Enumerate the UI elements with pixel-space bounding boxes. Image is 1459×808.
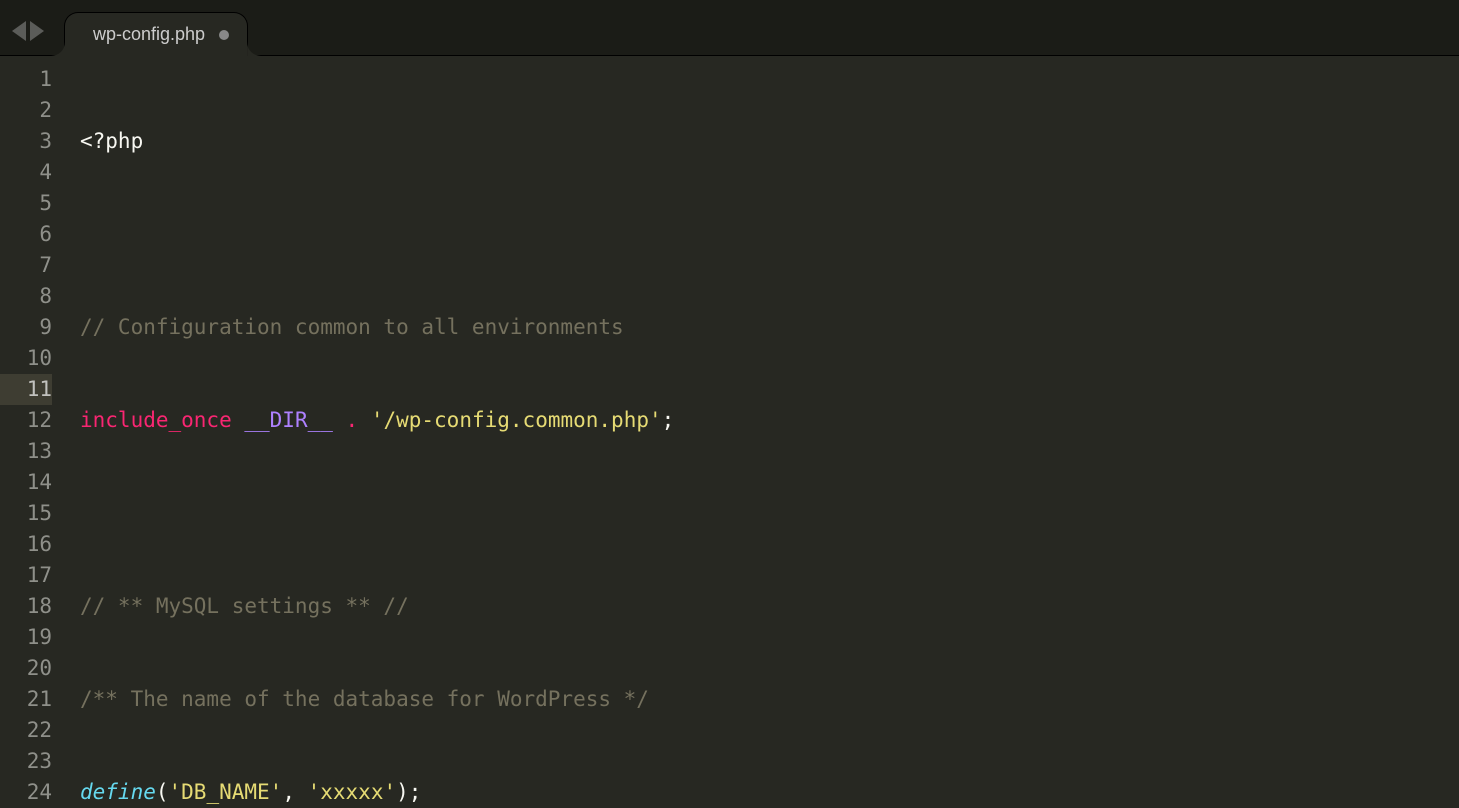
code-line: // ** MySQL settings ** // — [80, 591, 1459, 622]
code-editor[interactable]: 1 2 3 4 5 6 7 8 9 10 11 12 13 14 15 16 1… — [0, 56, 1459, 808]
code-line: // Configuration common to all environme… — [80, 312, 1459, 343]
line-number: 22 — [0, 715, 52, 746]
line-number: 21 — [0, 684, 52, 715]
nav-arrows — [12, 21, 44, 41]
code-line — [80, 219, 1459, 250]
line-number: 18 — [0, 591, 52, 622]
line-number: 3 — [0, 126, 52, 157]
line-number: 4 — [0, 157, 52, 188]
line-number: 14 — [0, 467, 52, 498]
code-line: define('DB_NAME', 'xxxxx'); — [80, 777, 1459, 808]
line-number: 10 — [0, 343, 52, 374]
line-number: 7 — [0, 250, 52, 281]
line-number: 12 — [0, 405, 52, 436]
line-number-gutter: 1 2 3 4 5 6 7 8 9 10 11 12 13 14 15 16 1… — [0, 56, 66, 808]
line-number: 11 — [0, 374, 52, 405]
line-number: 5 — [0, 188, 52, 219]
line-number: 9 — [0, 312, 52, 343]
nav-back-icon[interactable] — [12, 21, 26, 41]
line-number: 17 — [0, 560, 52, 591]
line-number: 8 — [0, 281, 52, 312]
nav-forward-icon[interactable] — [30, 21, 44, 41]
code-area[interactable]: <?php // Configuration common to all env… — [66, 56, 1459, 808]
editor-window: wp-config.php 1 2 3 4 5 6 7 8 9 10 11 12… — [0, 0, 1459, 808]
line-number: 6 — [0, 219, 52, 250]
line-number: 2 — [0, 95, 52, 126]
line-number: 19 — [0, 622, 52, 653]
line-number: 23 — [0, 746, 52, 777]
line-number: 16 — [0, 529, 52, 560]
code-line: include_once __DIR__ . '/wp-config.commo… — [80, 405, 1459, 436]
tab-bar: wp-config.php — [0, 0, 1459, 56]
code-line — [80, 498, 1459, 529]
line-number: 20 — [0, 653, 52, 684]
unsaved-indicator-icon — [219, 30, 229, 40]
line-number: 13 — [0, 436, 52, 467]
code-line: /** The name of the database for WordPre… — [80, 684, 1459, 715]
code-line: <?php — [80, 126, 1459, 157]
file-tab[interactable]: wp-config.php — [64, 12, 248, 56]
line-number: 15 — [0, 498, 52, 529]
line-number: 1 — [0, 64, 52, 95]
tab-filename: wp-config.php — [93, 24, 205, 45]
line-number: 24 — [0, 777, 52, 808]
